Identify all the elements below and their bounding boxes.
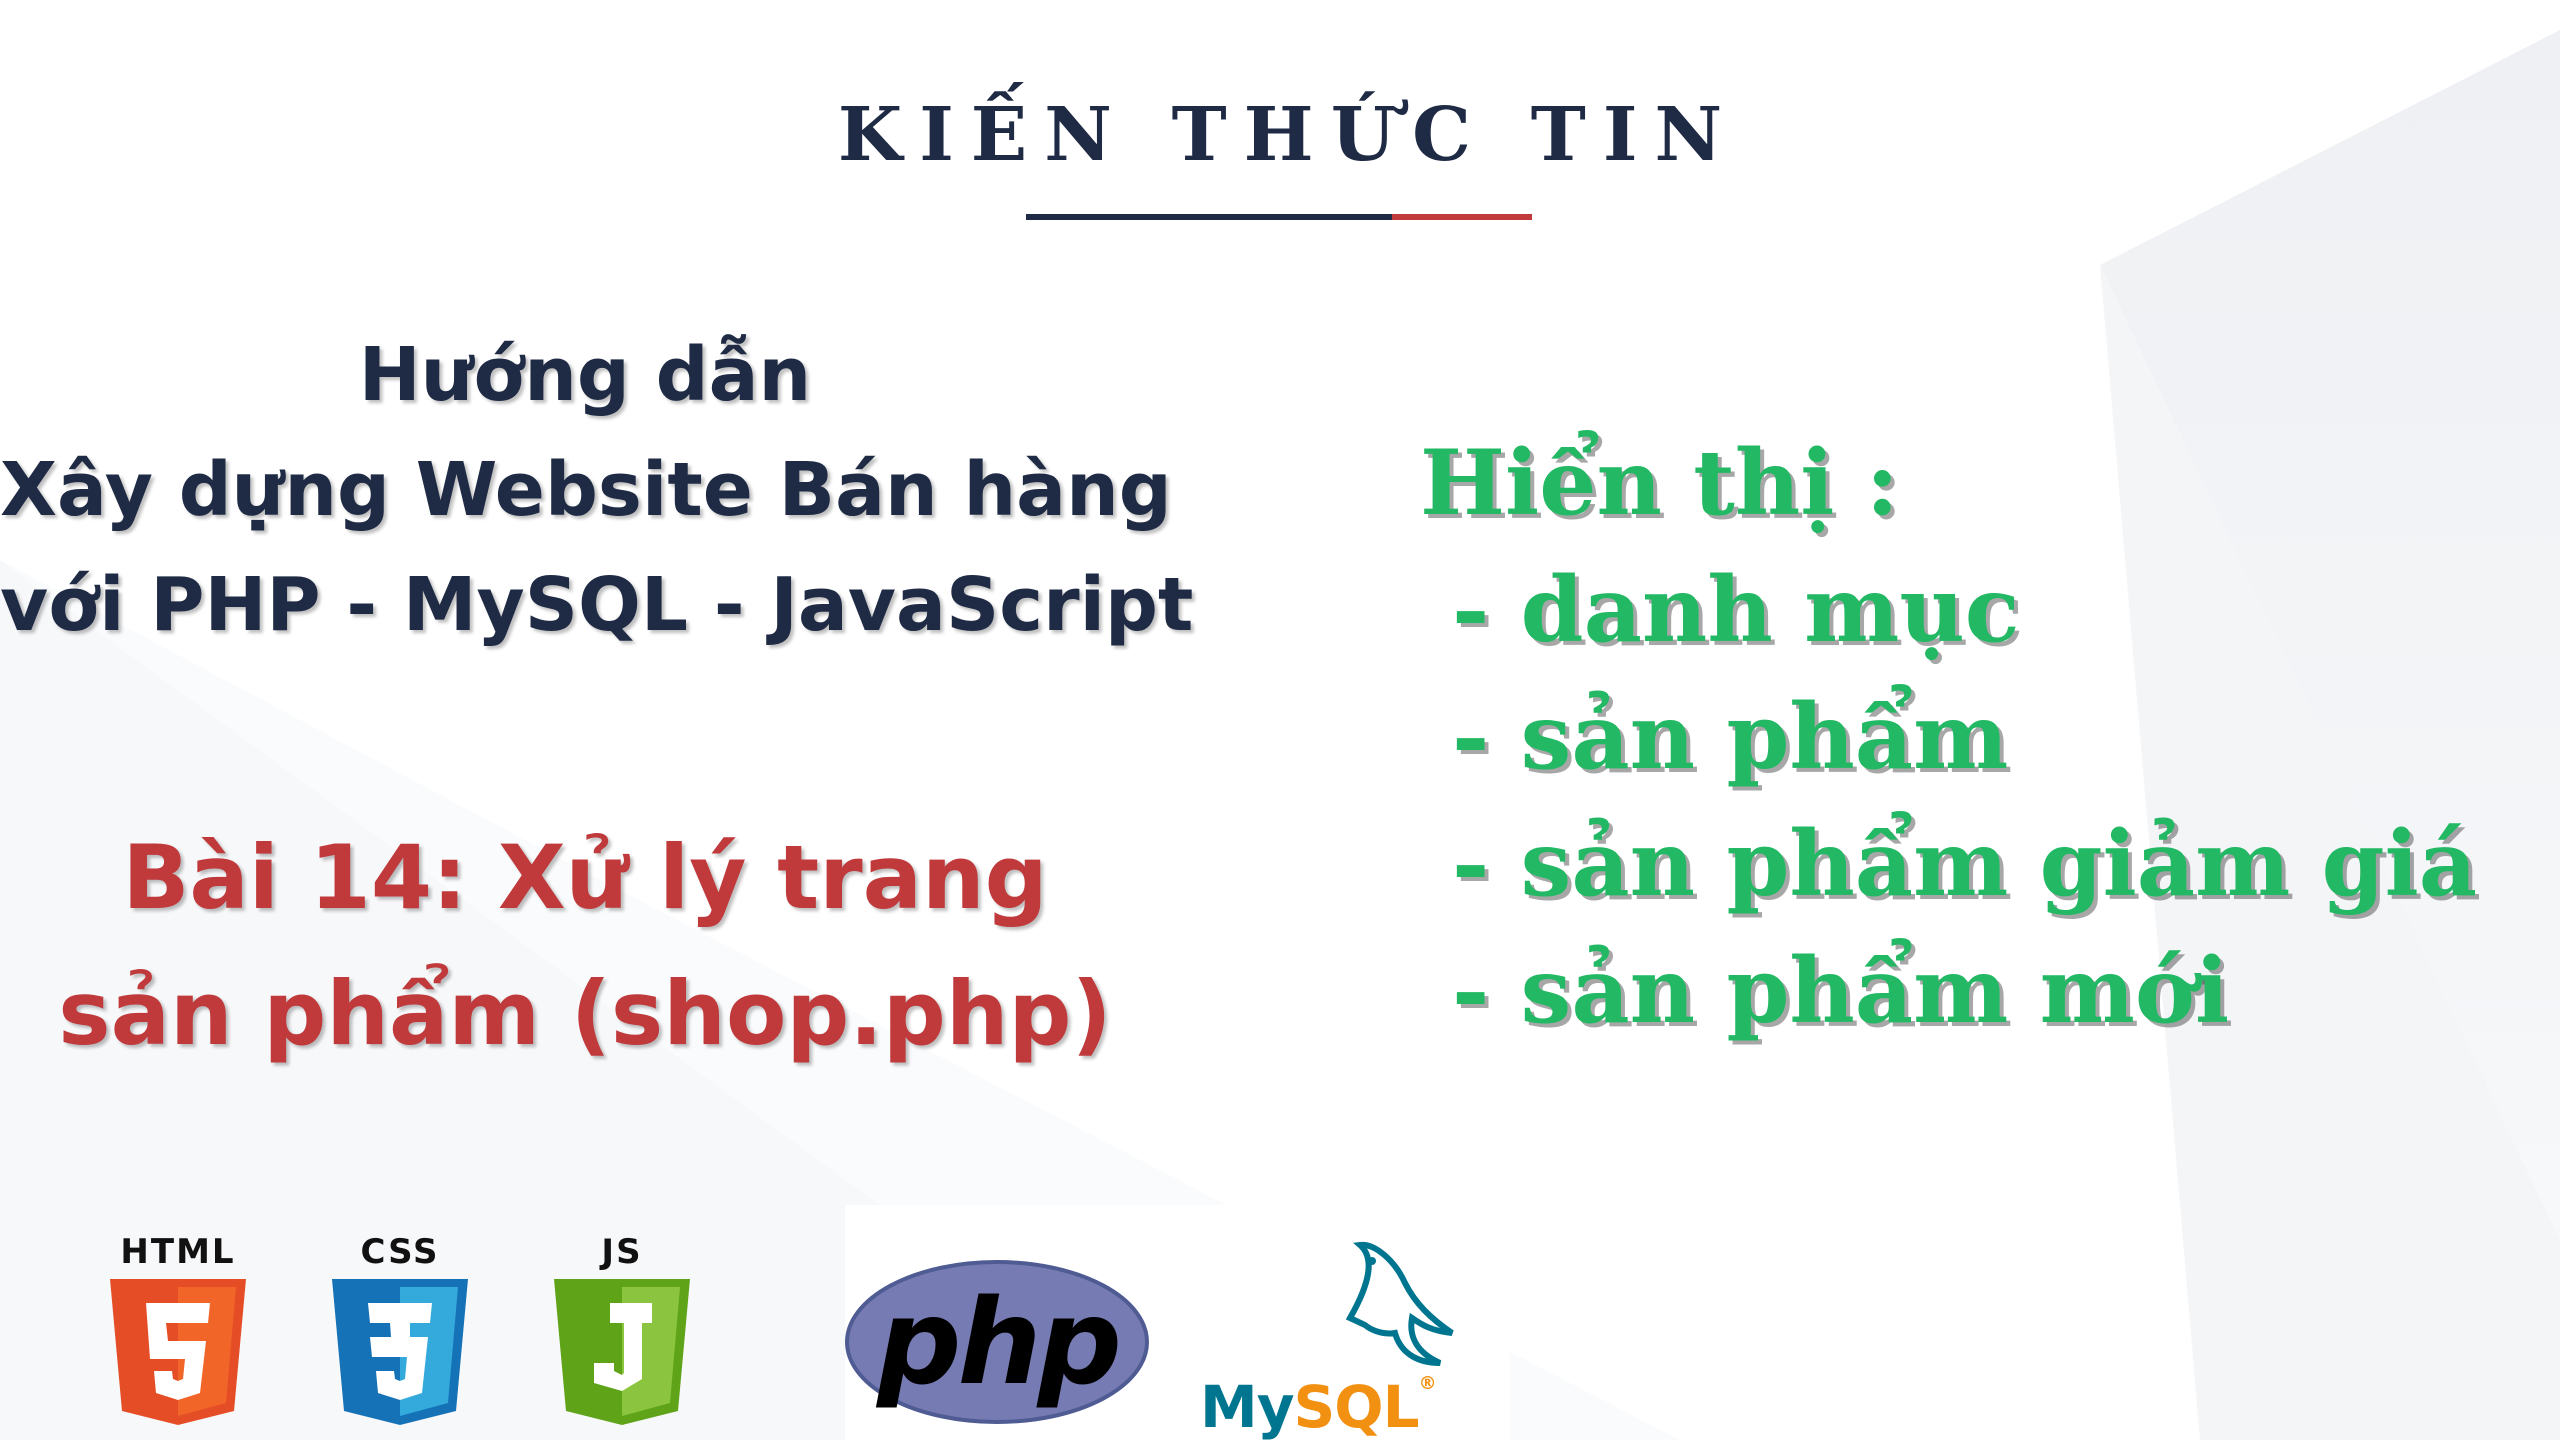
underline-navy	[1026, 214, 1392, 220]
mysql-registered: ®	[1418, 1373, 1437, 1394]
mysql-my: My	[1200, 1373, 1295, 1441]
display-heading: Hiển thị :	[1420, 430, 1900, 536]
guide-line-2: Xây dựng Website Bán hàng	[0, 447, 1172, 533]
display-item: - sản phẩm mới	[1452, 938, 2230, 1044]
js-label: JS	[601, 1232, 643, 1272]
mysql-sql: SQL	[1293, 1373, 1420, 1441]
guide-heading: Hướng dẫn Xây dựng Website Bán hàng với …	[0, 318, 1194, 663]
php-logo-text: php	[877, 1273, 1122, 1411]
css3-logo: CSS	[332, 1235, 468, 1425]
underline-red	[1392, 214, 1532, 220]
mysql-wordmark: MySQL®	[1200, 1373, 1437, 1441]
html5-label: HTML	[120, 1232, 236, 1272]
display-item: - danh mục	[1452, 557, 2020, 663]
brand-title: KIẾN THỨC TIN	[837, 92, 1740, 178]
guide-line-3: với PHP - MySQL - JavaScript	[0, 562, 1194, 648]
lesson-line-1: Bài 14: Xử lý trang	[122, 826, 1048, 929]
display-list: Hiển thị : - danh mục - sản phẩm - sản p…	[1420, 420, 2477, 1055]
lesson-line-2: sản phẩm (shop.php)	[58, 962, 1112, 1065]
guide-line-1: Hướng dẫn	[358, 332, 812, 418]
brand-underline	[1026, 214, 1532, 220]
css3-label: CSS	[360, 1232, 440, 1272]
dolphin-icon	[1345, 1241, 1454, 1366]
lesson-title: Bài 14: Xử lý trang sản phẩm (shop.php)	[0, 810, 1170, 1082]
html5-shield-icon	[110, 1279, 246, 1425]
css3-shield-icon	[332, 1279, 468, 1425]
js-logo: JS	[554, 1235, 690, 1425]
php-mysql-logos: php MySQL®	[845, 1205, 1510, 1441]
display-item: - sản phẩm giảm giá	[1452, 811, 2478, 917]
js-shield-icon	[554, 1279, 690, 1425]
html5-logo: HTML	[110, 1235, 246, 1425]
display-item: - sản phẩm	[1452, 684, 2009, 790]
